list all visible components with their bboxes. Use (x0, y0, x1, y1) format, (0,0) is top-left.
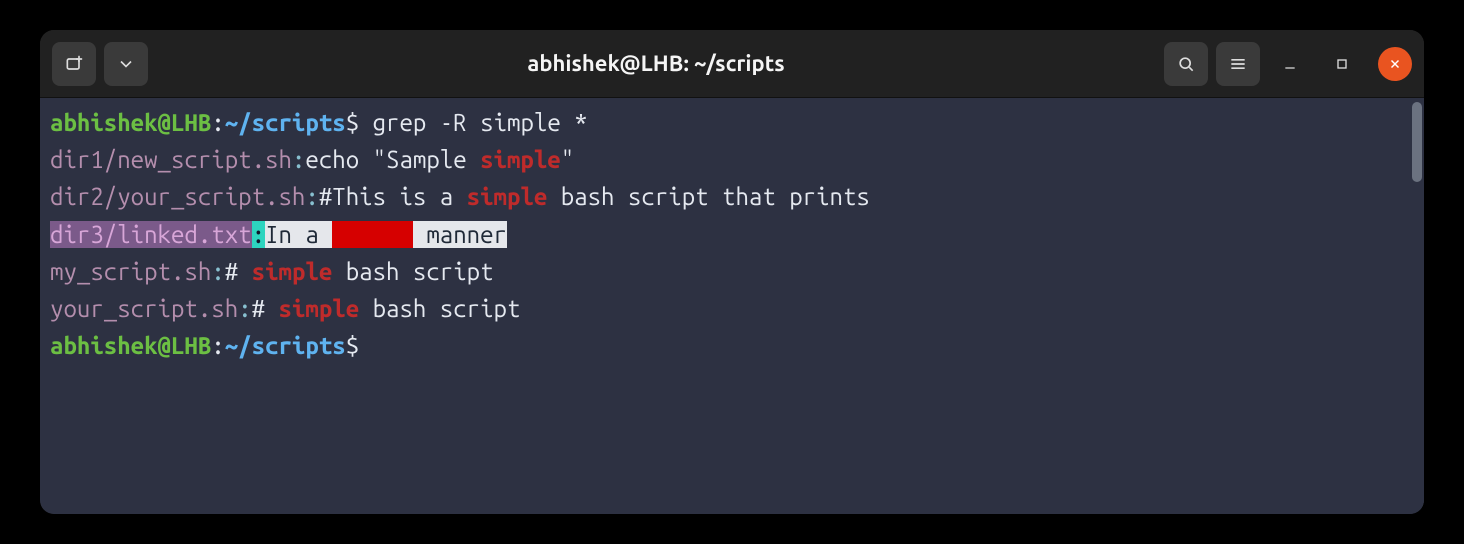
grep-filename: dir3/linked.txt (50, 221, 252, 248)
output-line: dir2/your_script.sh:#This is a simple ba… (50, 178, 1400, 215)
maximize-button[interactable] (1320, 56, 1364, 72)
hamburger-menu-button[interactable] (1216, 42, 1260, 86)
new-tab-button[interactable] (52, 42, 96, 86)
prompt-sep: : (211, 109, 224, 136)
maximize-icon (1334, 56, 1350, 72)
prompt-symbol: $ (346, 332, 359, 359)
scrollbar-thumb[interactable] (1412, 102, 1422, 182)
search-button[interactable] (1164, 42, 1208, 86)
hamburger-icon (1228, 54, 1248, 74)
grep-filename: dir1/new_script.sh (50, 146, 292, 173)
scrollbar[interactable] (1410, 98, 1424, 514)
command-text: grep -R simple * (373, 109, 588, 136)
new-tab-icon (64, 54, 84, 74)
prompt-line: abhishek@LHB:~/scripts$ (50, 327, 1400, 364)
search-icon (1176, 54, 1196, 74)
close-button[interactable] (1378, 47, 1412, 81)
prompt-symbol: $ (346, 109, 359, 136)
minimize-button[interactable] (1268, 56, 1312, 72)
grep-filename: dir2/your_script.sh (50, 183, 305, 210)
grep-match: simple (480, 146, 561, 173)
minimize-icon (1282, 56, 1298, 72)
grep-match: simple (279, 295, 360, 322)
output-line: dir1/new_script.sh:echo "Sample simple" (50, 141, 1400, 178)
close-icon (1388, 57, 1402, 71)
prompt-path: ~/scripts (225, 332, 346, 359)
window-title: abhishek@LHB: ~/scripts (156, 51, 1156, 76)
terminal-window: abhishek@LHB: ~/scripts abhishek@LHB:~/s… (40, 30, 1424, 514)
prompt-line: abhishek@LHB:~/scripts$ grep -R simple * (50, 104, 1400, 141)
output-line: my_script.sh:# simple bash script (50, 253, 1400, 290)
grep-match: simple (252, 258, 333, 285)
prompt-user: abhishek@LHB (50, 332, 211, 359)
chevron-down-icon (116, 54, 136, 74)
terminal-output[interactable]: abhishek@LHB:~/scripts$ grep -R simple *… (40, 98, 1410, 514)
output-line: your_script.sh:# simple bash script (50, 290, 1400, 327)
prompt-path: ~/scripts (225, 109, 346, 136)
prompt-sep: : (211, 332, 224, 359)
grep-filename: my_script.sh (50, 258, 211, 285)
prompt-user: abhishek@LHB (50, 109, 211, 136)
terminal-body: abhishek@LHB:~/scripts$ grep -R simple *… (40, 98, 1424, 514)
grep-match: simple (332, 221, 413, 248)
titlebar: abhishek@LHB: ~/scripts (40, 30, 1424, 98)
grep-match: simple (467, 183, 548, 210)
output-line-selected: dir3/linked.txt:In a simple manner (50, 216, 1400, 253)
tab-menu-button[interactable] (104, 42, 148, 86)
grep-filename: your_script.sh (50, 295, 238, 322)
